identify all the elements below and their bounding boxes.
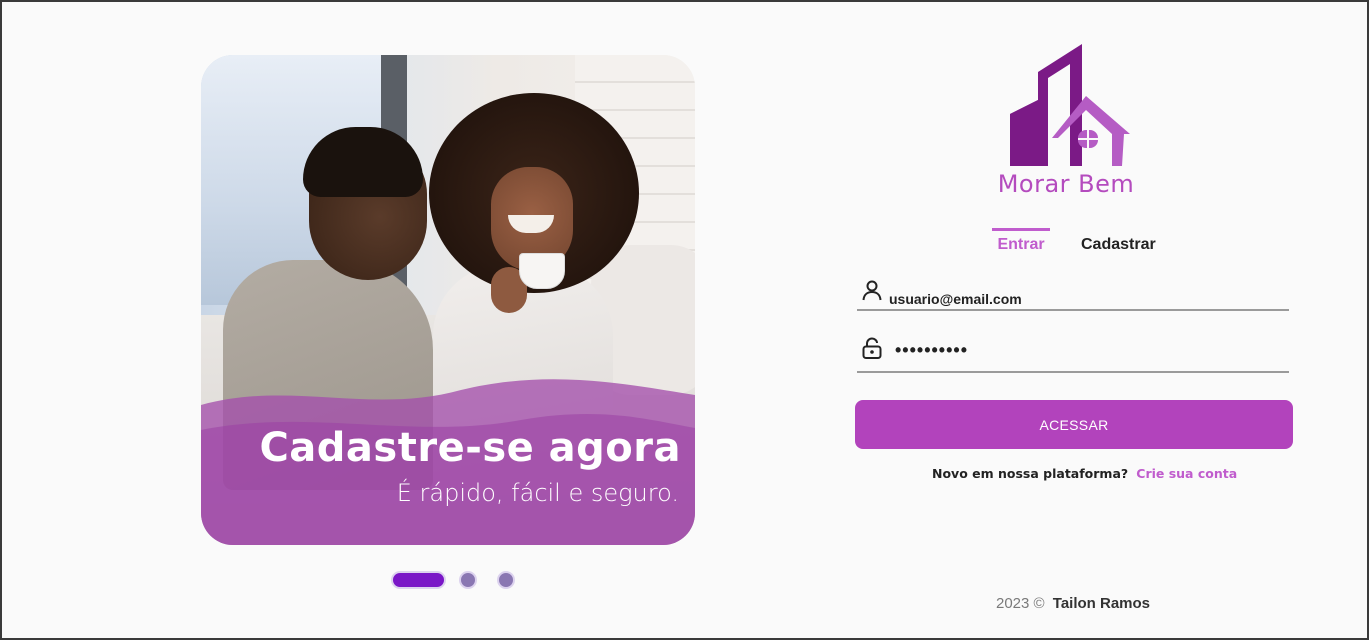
email-field — [857, 278, 1289, 311]
building-house-logo-icon — [1010, 44, 1130, 166]
footer: 2023 © Tailon Ramos — [996, 595, 1150, 612]
footer-author: Tailon Ramos — [1052, 595, 1151, 612]
tab-entrar[interactable]: Entrar — [992, 228, 1050, 258]
tab-cadastrar[interactable]: Cadastrar — [1081, 228, 1156, 258]
user-icon — [862, 280, 882, 301]
password-input[interactable] — [895, 340, 1275, 360]
hero-title: Cadastre-se agora — [259, 425, 681, 471]
brand-name: Morar Bem — [997, 170, 1135, 198]
password-field — [857, 332, 1289, 373]
carousel-dot-3[interactable] — [497, 571, 515, 589]
carousel-dot-2[interactable] — [459, 571, 477, 589]
access-button[interactable]: ACESSAR — [855, 400, 1293, 449]
hero-photo-cup — [519, 253, 565, 289]
hero-subtitle: É rápido, fácil e seguro. — [396, 479, 679, 507]
email-input[interactable] — [889, 290, 1269, 308]
signup-question: Novo em nossa plataforma? — [932, 466, 1129, 481]
unlock-icon — [862, 337, 882, 359]
carousel-dot-1[interactable] — [391, 571, 446, 589]
hero-card: Cadastre-se agora É rápido, fácil e segu… — [201, 55, 695, 545]
footer-year: 2023 © — [996, 595, 1045, 612]
create-account-link[interactable]: Crie sua conta — [1136, 466, 1237, 481]
signup-prompt: Novo em nossa plataforma? Crie sua conta — [932, 466, 1237, 482]
